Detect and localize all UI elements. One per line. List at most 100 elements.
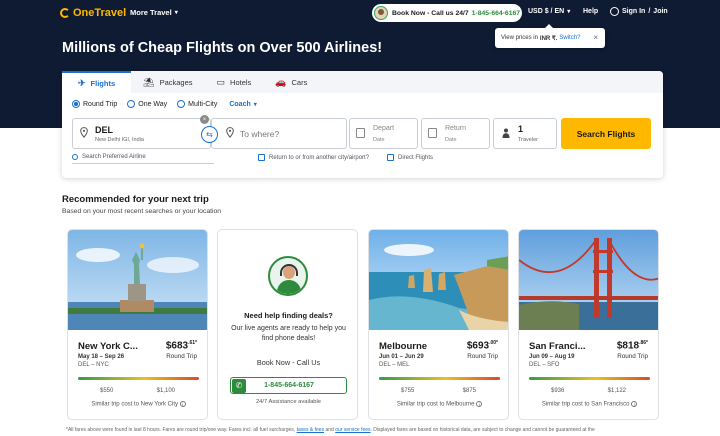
radio-label: Round Trip [83,100,118,108]
card-footer: Similar trip cost to San Francisco i [519,401,658,408]
chevron-down-icon: ▾ [567,9,571,15]
direct-flights-checkbox[interactable]: Direct Flights [387,154,433,161]
travelers-label: Traveler [518,137,538,143]
card-price: $693.00* [466,340,498,352]
to-placeholder: To where? [240,129,280,139]
cabin-label: Coach [229,100,251,108]
return-other-label: Return to or from another city/airport? [269,154,370,161]
deal-card-new-york[interactable]: New York C... $683.61* May 18 – Sep 26 D… [67,229,208,420]
sign-in-join[interactable]: Sign In / Join [610,7,668,16]
currency-tooltip: View prices in INR ₹. Switch? × [495,24,605,48]
card-trip-type: Round Trip [617,353,648,360]
card-price: $818.86* [616,340,648,352]
price-range-bar [529,377,650,380]
preferred-airline-placeholder: Search Preferred Airline [82,154,146,160]
call-us-number: 1-845-664-6167 [471,9,521,17]
direct-flights-label: Direct Flights [398,154,434,161]
help-link[interactable]: Help [583,8,598,15]
search-flights-button[interactable]: Search Flights [561,118,651,149]
new-york-photo [68,230,207,330]
separator: / [648,8,651,15]
to-field[interactable]: To where? [211,118,347,149]
sign-in-link[interactable]: Sign In [622,8,645,15]
travelers-count: 1 [518,124,524,134]
info-icon[interactable]: i [179,401,186,407]
card-footer: Similar trip cost to Melbourne i [369,401,508,408]
help-phone-button[interactable]: ✆ 1-845-664-6167 [230,377,347,394]
tab-cars[interactable]: 🚗 Cars [263,71,319,93]
cabin-class-select[interactable]: Coach ▾ [229,101,256,108]
tooltip-currency: INR ₹. [539,35,558,42]
depart-label: Depart [373,125,395,132]
swap-airports-icon[interactable]: ⇆ [201,126,218,143]
preferred-airline-input[interactable]: Search Preferred Airline [72,154,214,164]
close-icon[interactable]: × [593,33,598,42]
help-title: Need help finding deals? [244,311,333,320]
calendar-icon [428,128,437,138]
agent-avatar-icon [374,6,388,20]
radio-multi-city[interactable]: Multi-City [177,100,217,108]
more-travel-label: More Travel [130,8,172,17]
location-pin-icon [226,127,234,138]
from-field[interactable]: DEL New Delhi IGI, India [72,118,211,149]
location-pin-icon [80,127,88,138]
card-city: San Franci... [529,341,586,352]
card-trip-type: Round Trip [166,353,197,360]
return-date-field[interactable]: Return Date [421,118,490,149]
search-tabs: ✈ Flights ⛱ Packages ▭ Hotels 🚗 Cars [62,71,663,93]
checkbox-icon [258,154,265,161]
tab-label: Flights [90,78,116,88]
deal-card-san-francisco[interactable]: San Franci... $818.86* Jun 09 – Aug 19 D… [518,229,659,420]
currency-language-select[interactable]: USD $ / EN ▾ [528,8,570,15]
logo-mark-icon [60,8,70,18]
bed-icon: ▭ [216,76,226,87]
card-route: DEL – SFO [529,362,560,368]
card-footer: Similar trip cost to New York City i [68,401,207,408]
tab-flights[interactable]: ✈ Flights [62,71,132,93]
service-fees-link[interactable]: our service fees [335,427,370,433]
return-other-city-checkbox[interactable]: Return to or from another city/airport? [258,154,369,161]
taxes-fees-link[interactable]: taxes & fees [297,427,325,433]
price-high: $875 [462,388,476,394]
onetravel-logo[interactable]: OneTravel [60,7,126,19]
help-description: Our live agents are ready to help you fi… [231,325,346,342]
radio-empty-icon [127,100,136,108]
travelers-field[interactable]: 1 Traveler [493,118,557,149]
tab-label: Cars [291,77,308,87]
radio-label: One Way [138,100,168,108]
card-dates: Jun 01 – Jun 29 [379,354,424,360]
search-icon [72,154,78,160]
info-icon[interactable]: i [476,401,483,407]
price-high: $1,100 [156,388,175,394]
price-high: $1,122 [607,388,626,394]
join-link[interactable]: Join [653,8,667,15]
card-price: $683.61* [165,340,197,352]
radio-round-trip[interactable]: Round Trip [72,100,117,108]
more-travel-menu[interactable]: More Travel ▾ [130,8,178,17]
tab-hotels[interactable]: ▭ Hotels [205,71,264,93]
call-us-pill[interactable]: Book Now - Call us 24/7 1-845-664-6167 [372,4,522,22]
tooltip-switch-link[interactable]: Switch? [559,35,580,41]
deal-card-melbourne[interactable]: Melbourne $693.00* Jun 01 – Jun 29 DEL –… [368,229,509,420]
info-icon[interactable]: i [631,401,638,407]
clear-from-icon[interactable]: × [200,115,209,124]
tab-packages[interactable]: ⛱ Packages [131,71,204,93]
san-francisco-photo [519,230,658,330]
radio-one-way[interactable]: One Way [127,100,167,108]
help-phone-number: 1-845-664-6167 [264,382,314,389]
price-range-bar [379,377,500,380]
depart-date-field[interactable]: Depart Date [349,118,418,149]
trip-type-row: Round Trip One Way Multi-City Coach ▾ [72,100,257,108]
flight-search-card: ✈ Flights ⛱ Packages ▭ Hotels 🚗 Cars Rou… [62,71,663,178]
from-airport-code: DEL [95,125,113,135]
beach-umbrella-icon: ⛱ [143,76,155,87]
melbourne-photo [369,230,508,330]
call-us-label: Book Now - Call us 24/7 [392,9,469,17]
card-city: Melbourne [379,341,428,352]
checkbox-icon [387,154,394,161]
card-route: DEL – NYC [78,362,109,368]
plane-icon: ✈ [78,77,86,88]
radio-selected-icon [72,100,80,108]
person-icon [502,128,510,138]
user-icon [610,7,619,16]
